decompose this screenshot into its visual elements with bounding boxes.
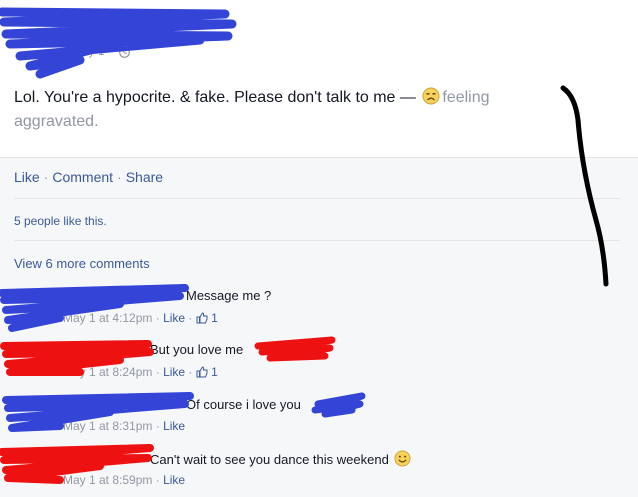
comment-time[interactable]: May 1 at 8:24pm bbox=[63, 365, 152, 379]
like-button[interactable]: Like bbox=[14, 169, 40, 185]
comment-meta: May 1 at 8:59pm · Like bbox=[63, 473, 186, 487]
comment-like-button[interactable]: Like bbox=[163, 473, 185, 487]
comment-meta: May 1 at 8:24pm · Like · 1 bbox=[63, 365, 218, 379]
comment-like-count[interactable]: 1 bbox=[211, 311, 218, 325]
post-date[interactable]: May 1 bbox=[72, 44, 105, 58]
divider bbox=[14, 240, 620, 241]
comment-time[interactable]: May 1 at 4:12pm bbox=[63, 311, 152, 325]
comment-text-body: Can't wait to see you dance this weekend bbox=[150, 452, 389, 467]
comment-time[interactable]: May 1 at 8:59pm bbox=[63, 473, 152, 487]
comment-like-button[interactable]: Like bbox=[163, 419, 185, 433]
comment-text: Can't wait to see you dance this weekend bbox=[150, 450, 413, 467]
view-more-comments-link[interactable]: View 6 more comments bbox=[14, 256, 150, 271]
comment-button[interactable]: Comment bbox=[52, 169, 113, 185]
comment-text: But you love me bbox=[150, 342, 244, 357]
comment-text: Of course i love you bbox=[186, 397, 301, 412]
post-text: Lol. You're a hypocrite. & fake. Please … bbox=[14, 86, 574, 134]
thumbs-up-icon bbox=[196, 366, 208, 378]
comment-like-button[interactable]: Like bbox=[163, 311, 185, 325]
comment-text: Message me ? bbox=[186, 288, 272, 303]
comment-like-count[interactable]: 1 bbox=[211, 365, 218, 379]
share-button[interactable]: Share bbox=[126, 169, 163, 185]
likes-summary[interactable]: 5 people like this. bbox=[14, 214, 107, 228]
post-body: Lol. You're a hypocrite. & fake. Please … bbox=[14, 89, 416, 106]
action-bar: Like · Comment · Share bbox=[14, 169, 163, 185]
comment-time[interactable]: May 1 at 8:31pm bbox=[63, 419, 152, 433]
thumbs-up-icon bbox=[196, 312, 208, 324]
comments-area bbox=[0, 157, 638, 497]
comment-like-button[interactable]: Like bbox=[163, 365, 185, 379]
separator: · bbox=[117, 169, 122, 185]
smile-emoji-icon bbox=[394, 450, 411, 467]
comment-meta: May 1 at 8:31pm · Like bbox=[63, 419, 186, 433]
divider bbox=[14, 198, 620, 199]
globe-icon[interactable] bbox=[119, 47, 130, 58]
post-header: May 1 bbox=[0, 0, 638, 78]
comment-meta: May 1 at 4:12pm · Like · 1 bbox=[63, 311, 218, 325]
frown-emoji-icon bbox=[422, 87, 440, 105]
separator: · bbox=[43, 169, 49, 185]
divider bbox=[0, 157, 638, 158]
